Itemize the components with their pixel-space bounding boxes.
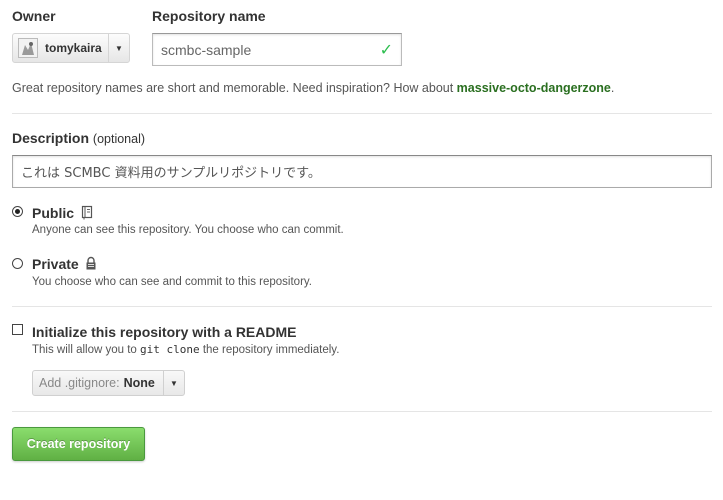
gitignore-value: None [123, 376, 155, 390]
hint-end: . [610, 81, 615, 95]
repository-name-hint: Great repository names are short and mem… [12, 81, 614, 95]
description-optional-note: (optional) [92, 132, 146, 146]
book-icon [81, 205, 93, 220]
owner-select-button[interactable]: tomykaira ▼ [12, 33, 130, 63]
readme-desc-before: This will allow you to [32, 344, 141, 356]
hint-text: Great repository names are short and mem… [12, 81, 457, 95]
repository-name-input[interactable]: scmbc-sample ✓ [152, 33, 402, 66]
readme-title: Initialize this repository with a README [32, 324, 297, 340]
owner-name: tomykaira [45, 41, 102, 55]
divider [12, 411, 712, 412]
avatar-image-icon [19, 39, 37, 57]
divider [12, 306, 712, 307]
private-title: Private [32, 256, 79, 272]
public-title: Public [32, 205, 75, 221]
chevron-down-icon[interactable]: ▼ [163, 371, 184, 395]
readme-description: This will allow you to git clone the rep… [32, 343, 339, 356]
private-description: You choose who can see and commit to thi… [32, 276, 312, 288]
divider [12, 113, 712, 114]
public-description: Anyone can see this repository. You choo… [32, 224, 344, 236]
public-radio[interactable] [12, 206, 23, 217]
readme-checkbox[interactable] [12, 324, 23, 335]
avatar [18, 38, 38, 58]
check-icon: ✓ [379, 41, 393, 59]
gitignore-select-button[interactable]: Add .gitignore: None ▼ [32, 370, 185, 396]
description-input[interactable]: これは SCMBC 資料用のサンプルリポジトリです。 [12, 155, 712, 188]
readme-desc-code: git clone [140, 343, 200, 356]
repository-name-label: Repository name [152, 8, 266, 24]
description-label: Description (optional) [12, 130, 145, 146]
create-repository-button[interactable]: Create repository [12, 427, 145, 461]
name-suggestion-link[interactable]: massive-octo-dangerzone [457, 81, 611, 95]
description-value: これは SCMBC 資料用のサンプルリポジトリです。 [21, 166, 321, 181]
lock-icon [86, 256, 96, 270]
repository-name-value: scmbc-sample [161, 41, 252, 58]
owner-label: Owner [12, 8, 56, 24]
gitignore-label: Add .gitignore: [39, 376, 120, 390]
chevron-down-icon[interactable]: ▼ [108, 34, 129, 62]
private-radio[interactable] [12, 258, 23, 269]
new-repository-form: Owner Repository name tomykaira ▼ scmbc-… [0, 0, 723, 500]
readme-desc-after: the repository immediately. [199, 344, 340, 356]
description-label-text: Description [12, 130, 90, 146]
